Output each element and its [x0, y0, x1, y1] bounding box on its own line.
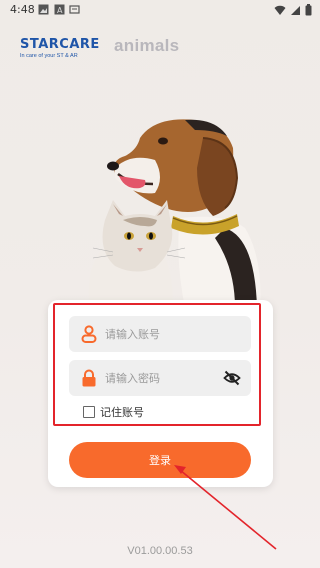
starcare-tagline: In care of your ST & AR: [20, 53, 78, 59]
starcare-logo: STARCARE In care of your ST & AR: [20, 38, 100, 66]
message-notification-icon: [69, 5, 80, 14]
animals-logo: animals: [114, 36, 180, 55]
status-time: 4:48: [10, 3, 35, 16]
status-bar: 4:48 A: [0, 0, 320, 20]
image-notification-icon: [38, 4, 49, 15]
dog-and-cat-illustration: [88, 119, 261, 308]
status-indicators: [274, 3, 312, 17]
annotation-highlight-box: [53, 303, 261, 426]
login-button[interactable]: 登录: [69, 442, 251, 478]
app-notification-icon: A: [54, 4, 65, 15]
signal-icon: [291, 5, 300, 15]
svg-text:A: A: [57, 6, 63, 15]
wifi-icon: [274, 5, 286, 15]
battery-icon: [305, 4, 312, 16]
starcare-name: STARCARE: [20, 37, 100, 52]
app-version: V01.00.00.53: [127, 545, 193, 557]
